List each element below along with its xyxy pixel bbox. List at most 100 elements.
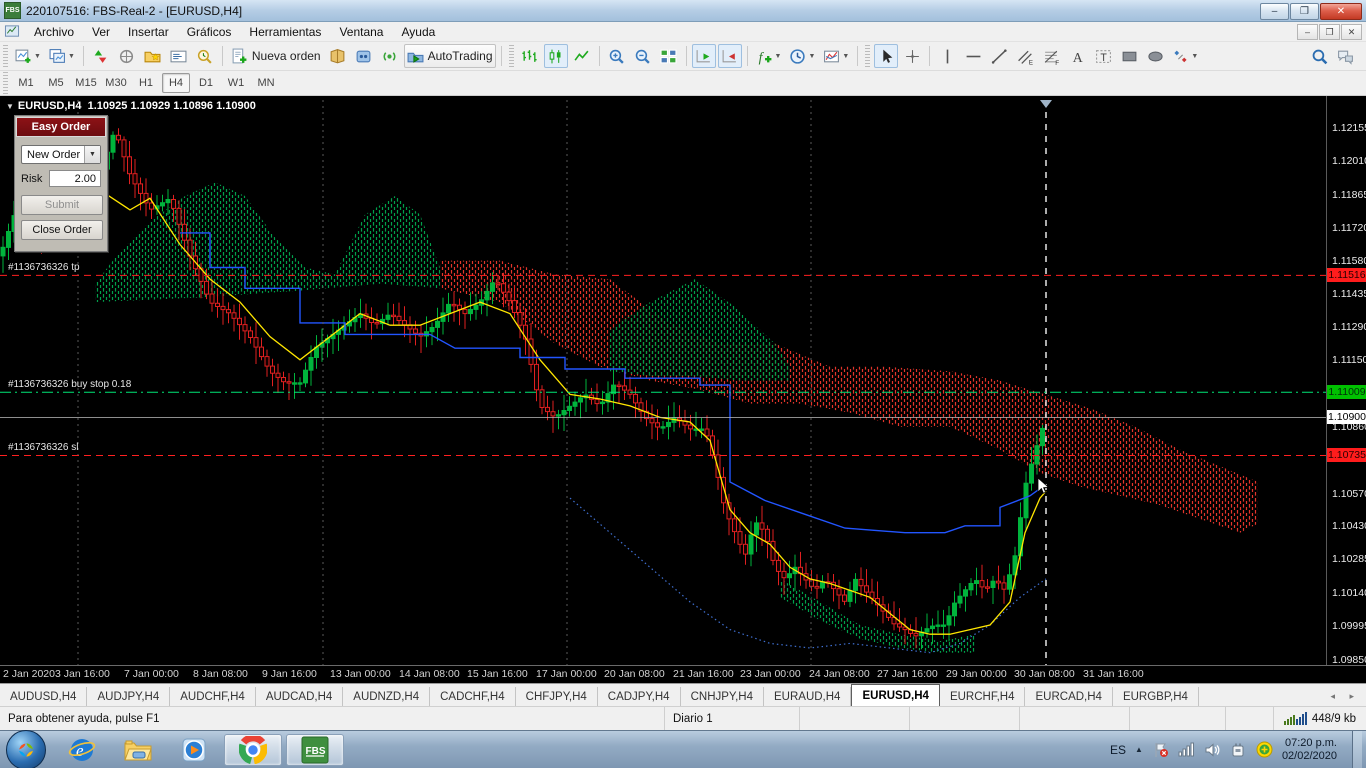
tile-windows-button[interactable] [657, 44, 681, 68]
price-axis[interactable]: 1.12155 1.12010 1.11865 1.11720 1.11580 1.114… [1326, 96, 1366, 666]
autoscroll-button[interactable] [691, 44, 716, 68]
symbol-tab-cadjpy[interactable]: CADJPY,H4 [598, 687, 681, 706]
terminal-button[interactable] [167, 44, 191, 68]
new-order-button[interactable]: Nueva orden [228, 44, 324, 68]
candlestick-button[interactable] [543, 44, 568, 68]
menu-gráficos[interactable]: Gráficos [178, 23, 241, 41]
symbol-tab-audchf[interactable]: AUDCHF,H4 [170, 687, 256, 706]
close-order-button[interactable]: Close Order [21, 220, 103, 240]
ellipse-button[interactable] [1143, 44, 1167, 68]
data-window-button[interactable] [115, 44, 139, 68]
explorer-folder-icon[interactable] [118, 735, 158, 765]
zoom-out-button[interactable] [631, 44, 655, 68]
timeframe-w1[interactable]: W1 [222, 73, 250, 93]
menu-ayuda[interactable]: Ayuda [392, 23, 444, 41]
indicators-button[interactable]: f ▼ [753, 44, 785, 68]
close-button[interactable]: ✕ [1320, 3, 1362, 20]
search-button[interactable] [1307, 45, 1331, 69]
submit-button[interactable]: Submit [21, 195, 103, 215]
symbol-tab-audusd[interactable]: AUDUSD,H4 [0, 687, 88, 706]
rectangle-button[interactable] [1117, 44, 1141, 68]
line-chart-button[interactable] [570, 44, 594, 68]
mdi-restore-button[interactable]: ❐ [1319, 24, 1340, 40]
vertical-line-button[interactable] [935, 44, 959, 68]
chart-menu-arrow-icon[interactable]: ▼ [6, 102, 14, 111]
timeframe-m30[interactable]: M30 [102, 73, 130, 93]
tab-scroll-arrows[interactable]: ◂ ▸ [1330, 691, 1360, 702]
antivirus-icon[interactable] [1256, 741, 1273, 758]
bar-chart-button[interactable] [518, 44, 542, 68]
crosshair-button[interactable] [900, 44, 924, 68]
tray-clock[interactable]: 07:20 p.m. 02/02/2020 [1282, 737, 1343, 763]
metaeditor-button[interactable] [326, 44, 350, 68]
menu-ventana[interactable]: Ventana [330, 23, 392, 41]
fbs-icon[interactable]: FBS [286, 733, 344, 766]
network-signal-icon[interactable] [1178, 742, 1195, 758]
symbol-tab-cnhjpy[interactable]: CNHJPY,H4 [681, 687, 764, 706]
arrows-button[interactable]: ▼ [1169, 44, 1201, 68]
timeframe-d1[interactable]: D1 [192, 73, 220, 93]
chrome-icon[interactable] [224, 733, 282, 766]
time-axis[interactable]: 2 Jan 2020 3 Jan 16:00 7 Jan 00:00 8 Jan 08… [0, 665, 1366, 683]
text-button[interactable]: A [1065, 44, 1089, 68]
action-center-flag-icon[interactable] [1152, 742, 1169, 758]
timeframe-m1[interactable]: M1 [12, 73, 40, 93]
timeframe-h1[interactable]: H1 [132, 73, 160, 93]
chart-shift-button[interactable] [717, 44, 742, 68]
language-indicator[interactable]: ES [1110, 743, 1126, 757]
menu-archivo[interactable]: Archivo [25, 23, 83, 41]
symbol-tab-eurchf[interactable]: EURCHF,H4 [940, 687, 1026, 706]
symbol-tab-eurusd[interactable]: EURUSD,H4 [851, 684, 940, 706]
channel-button[interactable]: E [1013, 44, 1037, 68]
symbol-tab-eurcad[interactable]: EURCAD,H4 [1025, 687, 1113, 706]
menu-herramientas[interactable]: Herramientas [240, 23, 330, 41]
tray-expand-icon[interactable]: ▲ [1135, 745, 1143, 754]
experts-button[interactable] [352, 44, 376, 68]
order-type-dropdown[interactable]: New Order ▼ [21, 145, 101, 164]
autotrading-button[interactable]: AutoTrading [403, 44, 496, 68]
trendline-button[interactable] [987, 44, 1011, 68]
minimize-button[interactable]: – [1260, 3, 1289, 20]
navigator-button[interactable] [141, 44, 165, 68]
cursor-button[interactable] [874, 44, 899, 68]
price-chart[interactable] [0, 96, 1326, 665]
symbol-tab-audnzd[interactable]: AUDNZD,H4 [343, 687, 431, 706]
zoom-in-button[interactable] [605, 44, 629, 68]
symbol-tab-chfjpy[interactable]: CHFJPY,H4 [516, 687, 598, 706]
symbol-tab-cadchf[interactable]: CADCHF,H4 [430, 687, 516, 706]
restore-button[interactable]: ❐ [1290, 3, 1319, 20]
menu-insertar[interactable]: Insertar [119, 23, 178, 41]
internet-explorer-icon[interactable]: e [62, 735, 102, 765]
symbol-tab-audcad[interactable]: AUDCAD,H4 [256, 687, 344, 706]
show-desktop-button[interactable] [1352, 730, 1362, 768]
timeframe-mn[interactable]: MN [252, 73, 280, 93]
templates-button[interactable]: ▼ [820, 44, 852, 68]
profiles-button[interactable]: ▼ [46, 44, 78, 68]
new-chart-button[interactable]: ▼ [12, 44, 44, 68]
periods-button[interactable]: ▼ [786, 44, 818, 68]
fibonacci-button[interactable]: F [1039, 44, 1063, 68]
power-plug-icon[interactable] [1230, 742, 1247, 758]
symbol-tab-audjpy[interactable]: AUDJPY,H4 [87, 687, 171, 706]
timeframe-m5[interactable]: M5 [42, 73, 70, 93]
community-button[interactable] [1333, 45, 1357, 69]
status-bar: Para obtener ayuda, pulse F1 Diario 1 44… [0, 706, 1366, 730]
start-orb-icon[interactable] [6, 729, 46, 768]
risk-input[interactable] [49, 170, 101, 187]
volume-icon[interactable] [1204, 742, 1221, 758]
signals-button[interactable] [378, 44, 402, 68]
vline-top-marker-icon[interactable] [1040, 100, 1052, 108]
symbol-tab-euraud[interactable]: EURAUD,H4 [764, 687, 852, 706]
text-label-button[interactable]: T [1091, 44, 1115, 68]
mdi-minimize-button[interactable]: – [1297, 24, 1318, 40]
menu-ver[interactable]: Ver [83, 23, 119, 41]
horizontal-line-button[interactable] [961, 44, 985, 68]
symbol-tab-eurgbp[interactable]: EURGBP,H4 [1113, 687, 1199, 706]
strategy-tester-button[interactable] [193, 44, 217, 68]
timeframe-h4[interactable]: H4 [162, 73, 190, 93]
market-watch-button[interactable] [89, 44, 113, 68]
toolbar-separator [929, 46, 931, 66]
media-player-icon[interactable] [174, 735, 214, 765]
mdi-close-button[interactable]: ✕ [1341, 24, 1362, 40]
timeframe-m15[interactable]: M15 [72, 73, 100, 93]
